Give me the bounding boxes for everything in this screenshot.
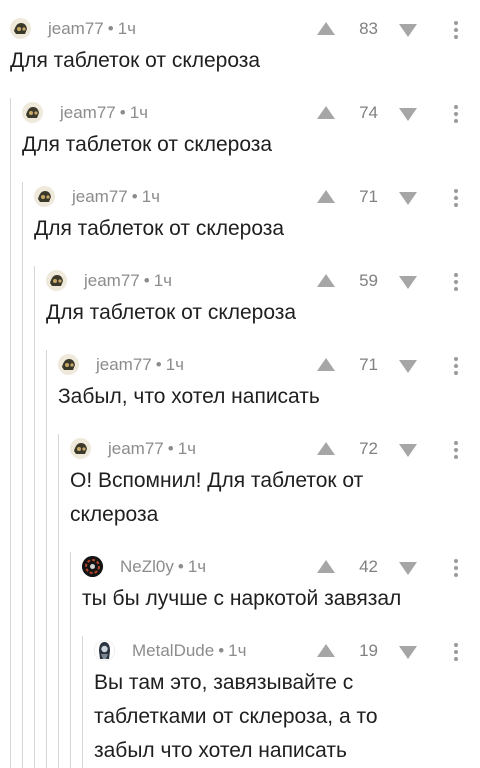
vote-count: 59 — [359, 271, 378, 290]
comment-text: Для таблеток от склероза — [34, 217, 285, 240]
comment: jeam77 • 1ч 71 Забыл, что хотел написать — [0, 350, 480, 768]
user-avatar[interactable] — [94, 640, 115, 661]
more-options-icon[interactable] — [454, 441, 458, 459]
user-avatar[interactable] — [34, 186, 55, 207]
vote-count: 71 — [359, 187, 378, 206]
username[interactable]: jeam77 — [60, 103, 116, 122]
timestamp[interactable]: 1ч — [166, 355, 184, 374]
user-avatar[interactable] — [22, 102, 43, 123]
timestamp[interactable]: 1ч — [188, 557, 206, 576]
more-options-icon[interactable] — [454, 189, 458, 207]
more-options-icon[interactable] — [454, 559, 458, 577]
downvote-icon[interactable] — [399, 646, 417, 659]
timestamp[interactable]: 1ч — [154, 271, 172, 290]
comment-text: Забыл, что хотел написать — [58, 385, 320, 408]
timestamp[interactable]: 1ч — [178, 439, 196, 458]
comment-header: jeam77 • 1ч 83 — [0, 14, 480, 44]
downvote-icon[interactable] — [399, 24, 417, 37]
timestamp[interactable]: 1ч — [228, 641, 246, 660]
upvote-icon[interactable] — [317, 106, 335, 119]
timestamp[interactable]: 1ч — [118, 19, 136, 38]
comment: jeam77 • 1ч 74 Для таблеток от склероза — [0, 98, 480, 768]
comment: jeam77 • 1ч 83 Для таблеток от склероза — [0, 14, 480, 98]
meta-separator: • — [167, 439, 174, 458]
meta-separator: • — [107, 19, 114, 38]
username[interactable]: NeZl0y — [120, 557, 174, 576]
meta-separator: • — [119, 103, 126, 122]
user-avatar[interactable] — [82, 556, 103, 577]
upvote-icon[interactable] — [317, 22, 335, 35]
meta-separator: • — [143, 271, 150, 290]
comment-text: Для таблеток от склероза — [46, 301, 297, 324]
vote-count: 72 — [359, 439, 378, 458]
comment-header: jeam77 • 1ч 72 — [0, 434, 480, 464]
comment-header: jeam77 • 1ч 59 — [0, 266, 480, 296]
username[interactable]: jeam77 — [48, 19, 104, 38]
upvote-icon[interactable] — [317, 190, 335, 203]
upvote-icon[interactable] — [317, 358, 335, 371]
upvote-icon[interactable] — [317, 442, 335, 455]
meta-separator: • — [177, 557, 184, 576]
comment-header: jeam77 • 1ч 74 — [0, 98, 480, 128]
timestamp[interactable]: 1ч — [142, 187, 160, 206]
more-options-icon[interactable] — [454, 105, 458, 123]
meta-separator: • — [131, 187, 138, 206]
user-avatar[interactable] — [70, 438, 91, 459]
username[interactable]: jeam77 — [108, 439, 164, 458]
user-avatar[interactable] — [46, 270, 67, 291]
more-options-icon[interactable] — [454, 643, 458, 661]
downvote-icon[interactable] — [399, 562, 417, 575]
comment-text: ты бы лучше с наркотой завязал — [82, 587, 402, 610]
comment: NeZl0y • 1ч 42 ты бы лучше с наркотой завя… — [0, 552, 480, 768]
comment-header: jeam77 • 1ч 71 — [0, 182, 480, 212]
user-avatar[interactable] — [58, 354, 79, 375]
upvote-icon[interactable] — [317, 560, 335, 573]
comment: jeam77 • 1ч 71 Для таблеток от склероза — [0, 182, 480, 768]
more-options-icon[interactable] — [454, 357, 458, 375]
vote-count: 71 — [359, 355, 378, 374]
comment: jeam77 • 1ч 59 Для таблеток от склероза — [0, 266, 480, 768]
username[interactable]: jeam77 — [84, 271, 140, 290]
upvote-icon[interactable] — [317, 274, 335, 287]
comment-header: MetalDude • 1ч 19 — [0, 636, 480, 666]
downvote-icon[interactable] — [399, 192, 417, 205]
downvote-icon[interactable] — [399, 276, 417, 289]
downvote-icon[interactable] — [399, 360, 417, 373]
comment-text: Для таблеток от склероза — [22, 133, 273, 156]
vote-count: 42 — [359, 557, 378, 576]
more-options-icon[interactable] — [454, 273, 458, 291]
username[interactable]: jeam77 — [96, 355, 152, 374]
comment: MetalDude • 1ч 19 Вы там это, завязывайте … — [0, 636, 480, 768]
vote-count: 19 — [359, 641, 378, 660]
downvote-icon[interactable] — [399, 444, 417, 457]
vote-count: 74 — [359, 103, 378, 122]
meta-separator: • — [218, 641, 225, 660]
comment-text: О! Вспомнил! Для таблеток от склероза — [70, 469, 364, 526]
comment-text: Для таблеток от склероза — [10, 49, 261, 72]
more-options-icon[interactable] — [454, 21, 458, 39]
meta-separator: • — [155, 355, 162, 374]
downvote-icon[interactable] — [399, 108, 417, 121]
timestamp[interactable]: 1ч — [130, 103, 148, 122]
username[interactable]: MetalDude — [132, 641, 214, 660]
username[interactable]: jeam77 — [72, 187, 128, 206]
comment-text: Вы там это, завязывайте с таблетками от … — [94, 671, 378, 762]
upvote-icon[interactable] — [317, 644, 335, 657]
comment-header: jeam77 • 1ч 71 — [0, 350, 480, 380]
user-avatar[interactable] — [10, 18, 31, 39]
vote-count: 83 — [359, 19, 378, 38]
comment-header: NeZl0y • 1ч 42 — [0, 552, 480, 582]
comment: jeam77 • 1ч 72 О! Вспомнил! Для таблеток о… — [0, 434, 480, 768]
